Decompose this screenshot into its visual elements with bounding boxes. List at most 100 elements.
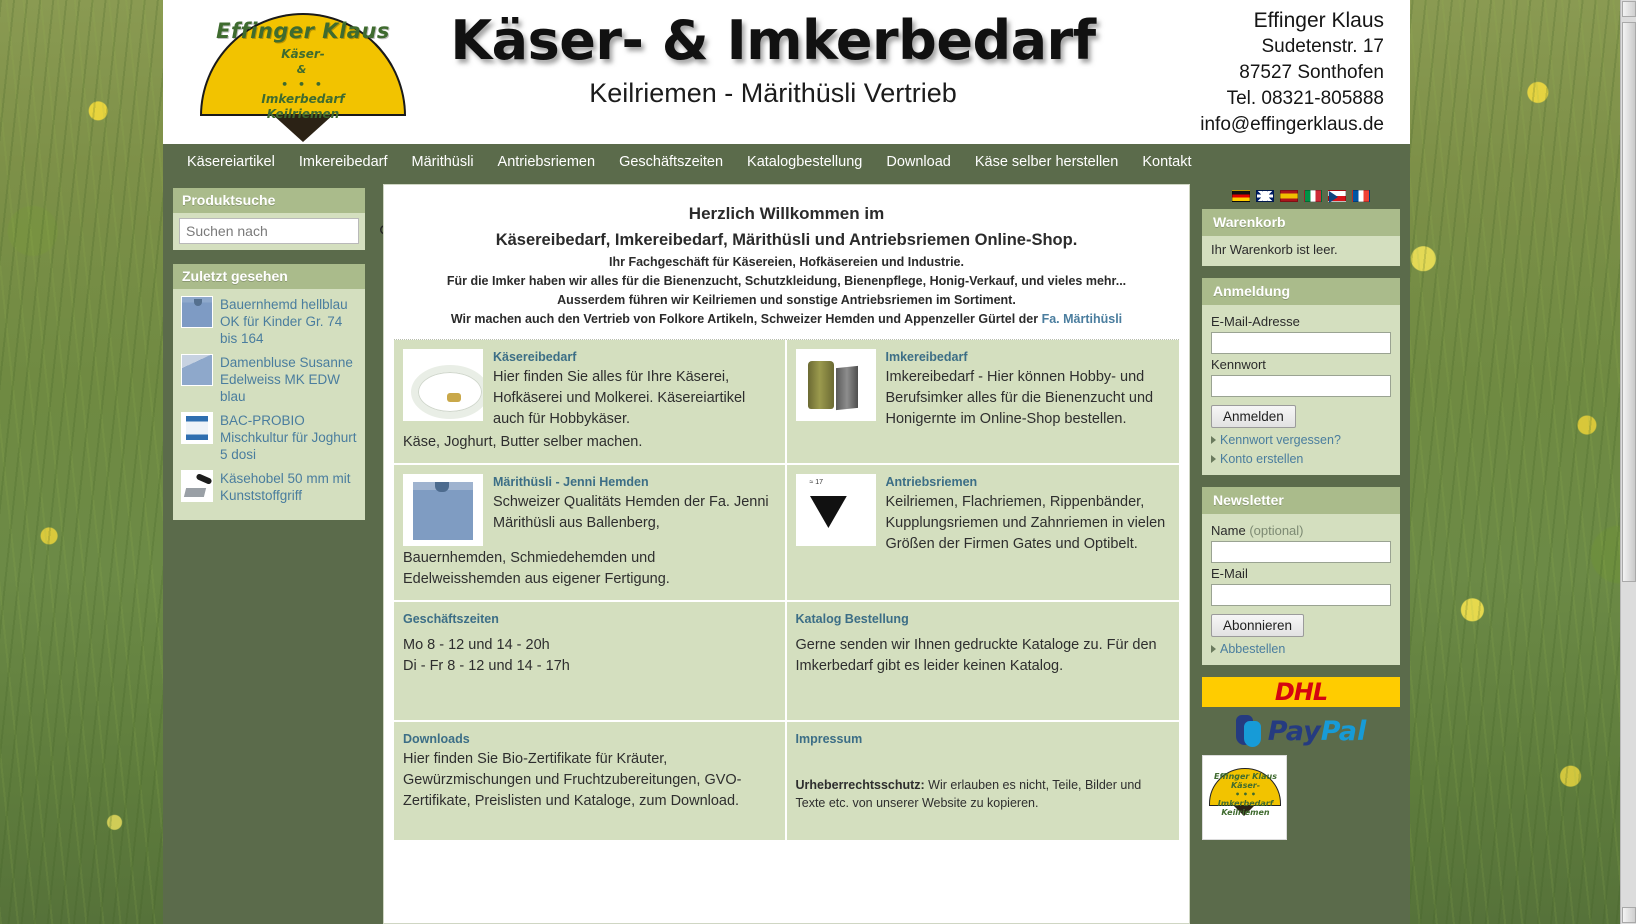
card-text: Gerne senden wir Ihnen gedruckte Katalog…: [795, 637, 1157, 674]
card-downloads[interactable]: Downloads Hier finden Sie Bio-Zertifikat…: [394, 722, 787, 842]
login-submit-button[interactable]: Anmelden: [1211, 405, 1296, 428]
welcome-line-5: Ausserdem führen wir Keilriemen und sons…: [557, 293, 1016, 307]
nav-item-maerithuesli[interactable]: Märithüsli: [400, 144, 486, 180]
nav-item-kaesereiartikel[interactable]: Käsereiartikel: [175, 144, 287, 180]
bee-smoker-thumb-icon: [795, 349, 876, 421]
card-title[interactable]: Downloads: [403, 731, 774, 748]
card-title[interactable]: Käsereibedarf: [493, 349, 774, 366]
scrollbar-thumb[interactable]: [1622, 22, 1636, 582]
cheese-plane-thumb-icon: [181, 470, 213, 502]
newsletter-name-field[interactable]: [1211, 541, 1391, 563]
shop-logo-arc: Effinger Klaus: [1214, 772, 1277, 781]
card-antriebsriemen[interactable]: ≈ 17 Antriebsriemen Keilriemen, Flachrie…: [786, 465, 1179, 602]
page-subtitle: Keilriemen - Märithüsli Vertrieb: [589, 78, 957, 108]
card-body: Märithüsli - Jenni Hemden Schweizer Qual…: [493, 474, 774, 534]
header-contact-block: Effinger Klaus Sudetenstr. 17 87527 Sont…: [1200, 8, 1384, 138]
shop-logo-text: Effinger Klaus Käser- • • • Imkerbedarf …: [1203, 772, 1286, 817]
newsletter-email-field[interactable]: [1211, 584, 1391, 606]
nav-item-katalogbestellung[interactable]: Katalogbestellung: [735, 144, 874, 180]
card-media: Imkereibedarf Imkereibedarf - Hier könne…: [795, 349, 1169, 430]
contact-name: Effinger Klaus: [1253, 9, 1384, 32]
page-title: Käser- & Imkerbedarf: [450, 9, 1096, 72]
email-label: E-Mail-Adresse: [1211, 314, 1300, 329]
contact-email[interactable]: info@effingerklaus.de: [1200, 112, 1384, 138]
list-item[interactable]: BAC-PROBIO Mischkultur für Joghurt 5 dos…: [181, 412, 357, 463]
page-scrollbar[interactable]: [1620, 0, 1636, 924]
nav-item-antriebsriemen[interactable]: Antriebsriemen: [486, 144, 608, 180]
card-title[interactable]: Antriebsriemen: [886, 474, 1169, 491]
site-header: Effinger Klaus Käser- & • • • Imkerbedar…: [163, 0, 1410, 144]
card-title[interactable]: Geschäftszeiten: [403, 611, 774, 634]
email-field[interactable]: [1211, 332, 1391, 354]
scroll-up-arrow-icon[interactable]: [1622, 1, 1636, 17]
nav-item-kaese-selber-herstellen[interactable]: Käse selber herstellen: [963, 144, 1130, 180]
welcome-line-4: Für die Imker haben wir alles für die Bi…: [446, 274, 1127, 288]
card-title[interactable]: Märithüsli - Jenni Hemden: [493, 474, 774, 491]
dhl-logo[interactable]: DHL: [1202, 677, 1400, 707]
list-item[interactable]: Käsehobel 50 mm mit Kunststoffgriff: [181, 470, 357, 504]
password-field[interactable]: [1211, 375, 1391, 397]
card-impressum[interactable]: Impressum Urheberrechtsschutz: Wir erlau…: [786, 722, 1179, 842]
recently-viewed-body: Bauernhemd hellblau OK für Kinder Gr. 74…: [173, 289, 365, 520]
contact-street: Sudetenstr. 17: [1261, 36, 1384, 57]
italian-flag-icon[interactable]: [1304, 190, 1322, 202]
recent-item-label[interactable]: BAC-PROBIO Mischkultur für Joghurt 5 dos…: [220, 412, 357, 463]
search-input[interactable]: [180, 219, 373, 243]
newsletter-name-text: Name: [1211, 523, 1246, 538]
card-media: Käsereibedarf Hier finden Sie alles für …: [403, 349, 774, 430]
newsletter-box: Newsletter Name (optional) E-Mail Abonni…: [1202, 487, 1400, 665]
nav-item-imkereibedarf[interactable]: Imkereibedarf: [287, 144, 400, 180]
paypal-logo[interactable]: PayPal: [1202, 711, 1400, 751]
card-text-wide: Di - Fr 8 - 12 und 14 - 17h: [403, 658, 570, 674]
paypal-wordmark: PayPal: [1268, 716, 1367, 747]
german-flag-icon[interactable]: [1232, 190, 1250, 202]
caret-right-icon: [1211, 436, 1216, 444]
spanish-flag-icon[interactable]: [1280, 190, 1298, 202]
culture-bag-thumb-icon: [181, 412, 213, 444]
card-title[interactable]: Katalog Bestellung: [796, 611, 1169, 634]
site-logo[interactable]: Effinger Klaus Käser- & • • • Imkerbedar…: [200, 5, 406, 142]
left-sidebar: Produktsuche Zuletzt gesehen: [163, 180, 393, 924]
header-title-block: Käser- & Imkerbedarf Keilriemen - Märith…: [413, 8, 1133, 110]
recent-item-label[interactable]: Bauernhemd hellblau OK für Kinder Gr. 74…: [220, 296, 357, 347]
uk-flag-icon[interactable]: [1256, 190, 1274, 202]
cheese-mould-thumb-icon: [403, 349, 483, 421]
card-title[interactable]: Imkereibedarf: [886, 349, 1169, 366]
nav-item-kontakt[interactable]: Kontakt: [1130, 144, 1203, 180]
scroll-down-arrow-icon[interactable]: [1622, 907, 1636, 923]
create-account-link[interactable]: Konto erstellen: [1211, 452, 1391, 466]
page-layout: Produktsuche Zuletzt gesehen: [163, 180, 1410, 924]
nav-item-download[interactable]: Download: [874, 144, 963, 180]
list-item[interactable]: Damenbluse Susanne Edelweiss MK EDW blau: [181, 354, 357, 405]
card-title[interactable]: Impressum: [796, 731, 1169, 754]
card-imkereibedarf[interactable]: Imkereibedarf Imkereibedarf - Hier könne…: [786, 340, 1179, 465]
card-body: Käsereibedarf Hier finden Sie alles für …: [493, 349, 774, 430]
forgot-password-link[interactable]: Kennwort vergessen?: [1211, 433, 1391, 447]
logo-lines: Käser- & • • • Imkerbedarf Keilriemen: [200, 47, 406, 122]
recent-item-label[interactable]: Käsehobel 50 mm mit Kunststoffgriff: [220, 470, 357, 504]
french-flag-icon[interactable]: [1352, 190, 1370, 202]
card-kaesereibedarf[interactable]: Käsereibedarf Hier finden Sie alles für …: [394, 340, 787, 465]
recently-viewed-title: Zuletzt gesehen: [173, 264, 365, 289]
card-text-wide: Käse, Joghurt, Butter selber machen.: [403, 434, 643, 450]
shop-logo-badge[interactable]: Effinger Klaus Käser- • • • Imkerbedarf …: [1202, 755, 1287, 840]
card-maerithuesli-jenni-hemden[interactable]: Märithüsli - Jenni Hemden Schweizer Qual…: [394, 465, 787, 602]
card-text: Mo 8 - 12 und 14 - 20h: [403, 637, 550, 653]
czech-flag-icon[interactable]: [1328, 190, 1346, 203]
newsletter-title: Newsletter: [1202, 487, 1400, 514]
newsletter-subscribe-button[interactable]: Abonnieren: [1211, 614, 1305, 637]
card-text-impressum: Urheberrechtsschutz: Wir erlauben es nic…: [796, 776, 1169, 812]
site-page: Effinger Klaus Käser- & • • • Imkerbedar…: [163, 0, 1410, 924]
login-box: Anmeldung E-Mail-Adresse Kennwort Anmeld…: [1202, 278, 1400, 475]
card-text: Schweizer Qualitäts Hemden der Fa. Jenni…: [493, 494, 769, 531]
card-geschaeftszeiten[interactable]: Geschäftszeiten Mo 8 - 12 und 14 - 20h D…: [394, 602, 787, 722]
password-label: Kennwort: [1211, 357, 1266, 372]
recent-item-label[interactable]: Damenbluse Susanne Edelweiss MK EDW blau: [220, 354, 357, 405]
newsletter-unsubscribe-link[interactable]: Abbestellen: [1211, 642, 1391, 656]
card-katalog-bestellung[interactable]: Katalog Bestellung Gerne senden wir Ihne…: [786, 602, 1179, 722]
paypal-mark-icon: [1235, 715, 1262, 747]
cart-box: Warenkorb Ihr Warenkorb ist leer.: [1202, 209, 1400, 266]
nav-item-geschaeftszeiten[interactable]: Geschäftszeiten: [607, 144, 735, 180]
maerithuesli-link[interactable]: Fa. Märtihüsli: [1042, 312, 1123, 326]
list-item[interactable]: Bauernhemd hellblau OK für Kinder Gr. 74…: [181, 296, 357, 347]
